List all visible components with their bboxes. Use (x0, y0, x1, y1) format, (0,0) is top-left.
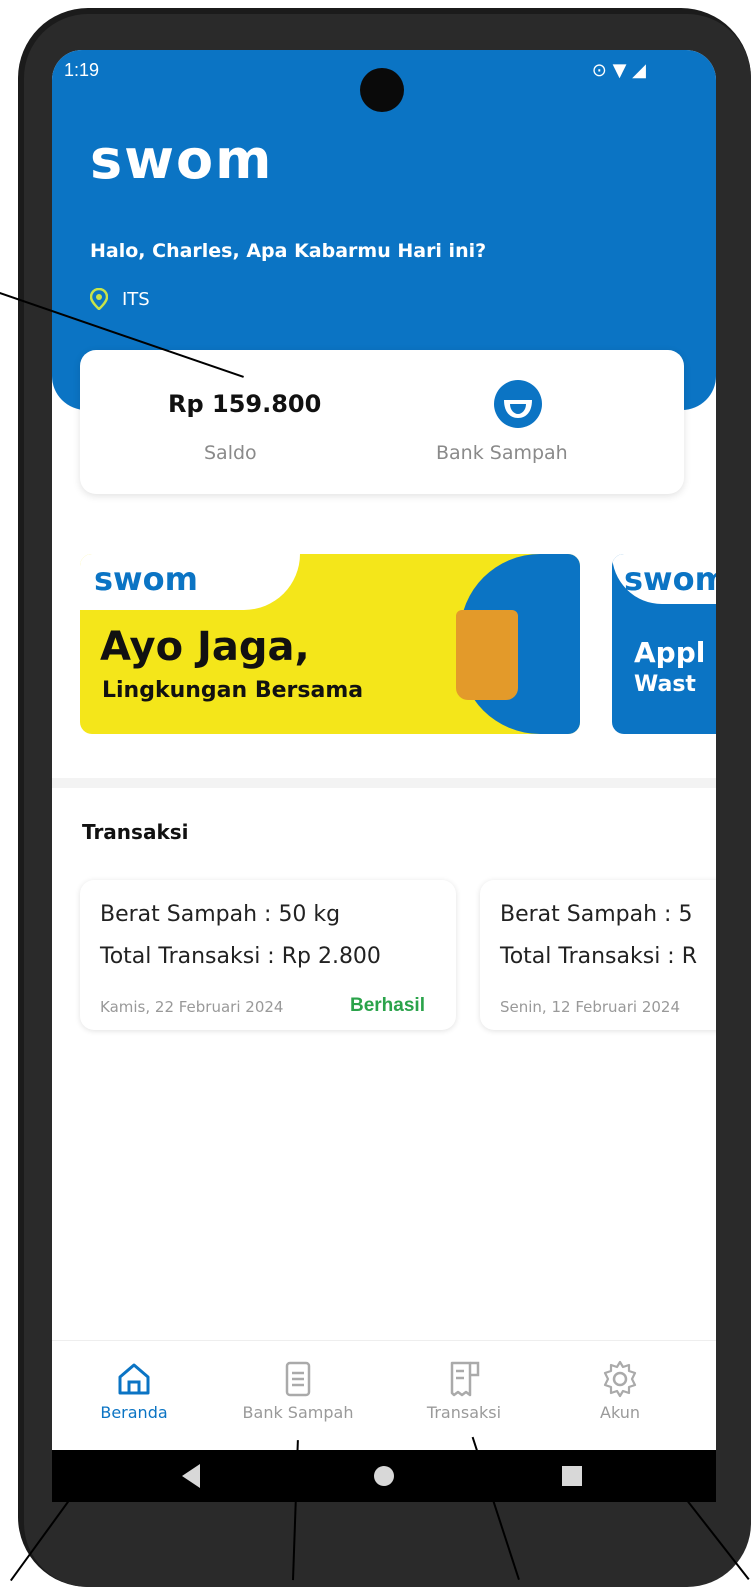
location-icon: ⊙ (591, 60, 607, 81)
bank-sampah-label[interactable]: Bank Sampah (436, 442, 568, 464)
banner-subline: Lingkungan Bersama (102, 678, 364, 703)
transaction-date: Senin, 12 Februari 2024 (500, 998, 681, 1016)
system-nav-bar (52, 1450, 716, 1502)
promo-banner-1[interactable]: swom Ayo Jaga, Lingkungan Bersama (80, 554, 580, 734)
location-label: ITS (122, 288, 150, 310)
transaction-card[interactable]: Berat Sampah : 50 kg Total Transaksi : R… (80, 880, 456, 1030)
nav-transaksi[interactable]: Transaksi (394, 1359, 534, 1422)
signal-icon: ◢ (632, 60, 646, 81)
app-screen: 1:19 ⊙ ▼ ◢ swom Halo, Charles, Apa Kabar… (52, 50, 716, 1502)
trash-bin-illustration (456, 610, 518, 700)
wifi-icon: ▼ (612, 60, 627, 81)
status-time: 1:19 (64, 60, 100, 80)
location-pin-icon (90, 288, 108, 310)
nav-bank-sampah[interactable]: Bank Sampah (228, 1359, 368, 1422)
transaction-weight: Berat Sampah : 5 (500, 902, 693, 927)
transaction-total: Total Transaksi : Rp 2.800 (100, 944, 381, 969)
nav-akun[interactable]: Akun (550, 1359, 690, 1422)
banner-headline: Appl (634, 636, 706, 669)
location-row[interactable]: ITS (90, 288, 150, 310)
transaction-date: Kamis, 22 Februari 2024 (100, 998, 284, 1016)
transaction-status: Berhasil (350, 995, 425, 1016)
receipt-icon (450, 1361, 480, 1397)
greeting-text: Halo, Charles, Apa Kabarmu Hari ini? (90, 240, 487, 262)
bank-sampah-icon[interactable] (492, 378, 544, 430)
gear-icon (603, 1360, 637, 1398)
balance-amount: Rp 159.800 (168, 390, 322, 418)
transactions-title: Transaksi (82, 820, 189, 844)
nav-beranda[interactable]: Beranda (64, 1359, 204, 1422)
banner-logo: swom (624, 560, 716, 598)
banner-headline: Ayo Jaga, (100, 624, 310, 670)
transaction-total: Total Transaksi : R (500, 944, 697, 969)
app-logo: swom (90, 128, 274, 191)
status-icons: ⊙ ▼ ◢ (592, 60, 646, 81)
section-divider (52, 778, 716, 788)
transaction-card[interactable]: Berat Sampah : 5 Total Transaksi : R Sen… (480, 880, 716, 1030)
promo-banner-2[interactable]: swom Appl Wast (612, 554, 716, 734)
back-icon[interactable] (182, 1464, 200, 1488)
recent-apps-icon[interactable] (562, 1466, 582, 1486)
document-icon (285, 1361, 311, 1397)
home-icon (118, 1363, 150, 1395)
transaction-weight: Berat Sampah : 50 kg (100, 902, 341, 927)
bottom-nav: Beranda Bank Sampah Transaksi Akun (52, 1340, 716, 1451)
balance-label: Saldo (204, 442, 257, 464)
front-camera (360, 68, 404, 112)
banner-subline: Wast (634, 672, 696, 697)
balance-card: Rp 159.800 Saldo Bank Sampah (80, 350, 684, 494)
home-button-icon[interactable] (374, 1466, 394, 1486)
banner-logo: swom (94, 560, 198, 598)
